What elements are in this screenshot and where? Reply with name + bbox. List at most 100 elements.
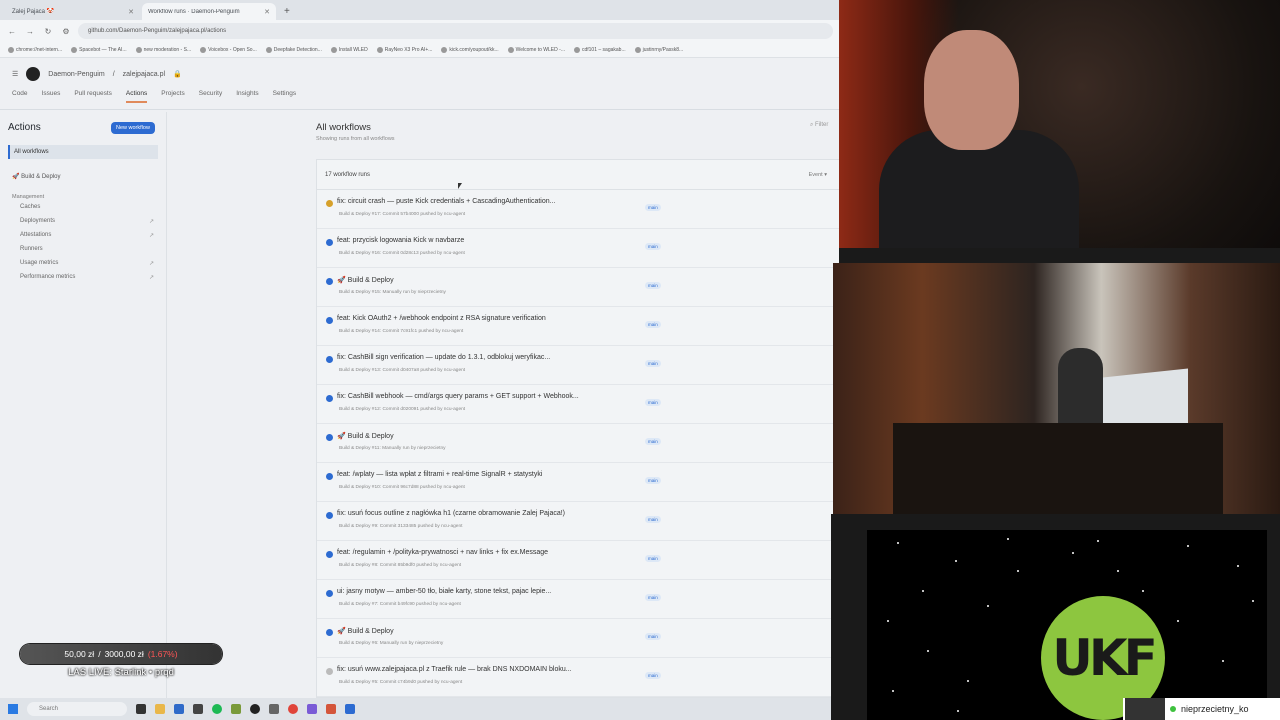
bookmark[interactable]: chrome://net-intern... <box>8 46 62 53</box>
filter-input[interactable]: ⌕ Filter <box>810 122 828 129</box>
tab-actions[interactable]: Actions <box>125 90 148 103</box>
table-row[interactable]: feat: /regulamin + /polityka-prywatnosci… <box>317 541 839 580</box>
sidebar-item-runners[interactable]: Runners <box>8 242 158 256</box>
star <box>1007 538 1009 540</box>
forward-icon[interactable]: → <box>24 27 36 36</box>
bookmark[interactable]: Install WLED <box>330 46 368 53</box>
branch-badge[interactable]: main <box>645 633 661 640</box>
app-icon[interactable] <box>307 704 317 714</box>
obs-icon[interactable] <box>250 704 260 714</box>
run-title[interactable]: fix: usuń focus outline z nagłówka h1 (c… <box>337 510 565 517</box>
new-tab-icon[interactable]: + <box>278 6 296 20</box>
sidebar-item-attestations[interactable]: Attestations ↗ <box>8 228 158 242</box>
run-title[interactable]: 🚀 Build & Deploy <box>337 432 394 440</box>
run-title[interactable]: feat: /wplaty — lista wpłat z filtrami +… <box>337 471 542 478</box>
new-workflow-button[interactable]: New workflow <box>111 122 155 134</box>
terminal-icon[interactable] <box>193 704 203 714</box>
back-icon[interactable]: ← <box>6 27 18 36</box>
table-row[interactable]: fix: circuit crash — puste Kick credenti… <box>317 190 839 229</box>
table-row[interactable]: feat: Kick OAuth2 + /webhook endpoint z … <box>317 307 839 346</box>
run-title[interactable]: feat: /regulamin + /polityka-prywatnosci… <box>337 549 548 556</box>
branch-badge[interactable]: main <box>645 555 661 562</box>
github-logo-icon[interactable] <box>26 67 41 81</box>
close-icon[interactable]: ✕ <box>128 8 134 16</box>
tab-projects[interactable]: Projects <box>161 90 184 101</box>
branch-badge[interactable]: main <box>645 204 661 211</box>
branch-badge[interactable]: main <box>645 399 661 406</box>
bookmark[interactable]: kick.com/youpout/kk... <box>441 46 499 53</box>
branch-badge[interactable]: main <box>645 672 661 679</box>
bookmark-icon <box>507 46 514 53</box>
run-title[interactable]: fix: circuit crash — puste Kick credenti… <box>337 198 555 205</box>
run-title[interactable]: fix: usuń www.zalejpajaca.pl z Traefik r… <box>337 666 572 673</box>
bookmark[interactable]: Deepfake Detection... <box>265 46 322 53</box>
table-row[interactable]: fix: usuń www.zalejpajaca.pl z Traefik r… <box>317 658 839 697</box>
table-row[interactable]: 🚀 Build & Deploy Build & Deploy #6: Manua… <box>317 619 839 658</box>
repo-owner-link[interactable]: Daemon-Penguim <box>48 71 104 78</box>
sidebar-item-deployments[interactable]: Deployments ↗ <box>8 214 158 228</box>
event-filter-dropdown[interactable]: Event ▾ <box>809 172 827 178</box>
sidebar-item-usage-metrics[interactable]: Usage metrics ↗ <box>8 256 158 270</box>
run-title[interactable]: 🚀 Build & Deploy <box>337 276 394 284</box>
spotify-icon[interactable] <box>212 704 222 714</box>
reload-icon[interactable]: ↻ <box>42 27 54 36</box>
bookmark[interactable]: new moderation - S... <box>135 46 191 53</box>
bookmark[interactable]: Voicebox - Open So... <box>200 46 257 53</box>
url-input[interactable]: github.com/Daemon-Penguim/zalejpajaca.pl… <box>78 23 833 39</box>
sidebar-item-build-deploy[interactable]: 🚀 Build & Deploy <box>8 169 158 184</box>
run-title[interactable]: feat: przycisk logowania Kick w navbarze <box>337 237 464 244</box>
app-icon[interactable] <box>269 704 279 714</box>
branch-badge[interactable]: main <box>645 360 661 367</box>
tab-insights[interactable]: Insights <box>236 90 258 101</box>
run-title[interactable]: fix: CashBill sign verification — update… <box>337 354 550 361</box>
file-explorer-icon[interactable] <box>155 704 165 714</box>
app-icon[interactable] <box>326 704 336 714</box>
tab-code[interactable]: Code <box>12 90 28 101</box>
bookmark[interactable]: RayNeo X3 Pro AI+... <box>376 46 432 53</box>
bookmark[interactable]: Welcome to WLED -... <box>507 46 565 53</box>
run-title[interactable]: fix: CashBill webhook — cmd/args query p… <box>337 393 579 400</box>
taskbar-search[interactable]: Search <box>27 702 127 716</box>
task-view-icon[interactable] <box>136 704 146 714</box>
menu-icon[interactable]: ☰ <box>12 70 18 78</box>
branch-badge[interactable]: main <box>645 594 661 601</box>
close-icon[interactable]: ✕ <box>264 8 270 16</box>
sidebar-item-caches[interactable]: Caches <box>8 200 158 214</box>
site-info-icon[interactable]: ⚙ <box>60 27 72 36</box>
branch-badge[interactable]: main <box>645 477 661 484</box>
table-row[interactable]: 🚀 Build & Deploy Build & Deploy #15: Manu… <box>317 268 839 307</box>
sidebar-item-all-workflows[interactable]: All workflows <box>8 145 158 159</box>
app-icon[interactable] <box>174 704 184 714</box>
branch-badge[interactable]: main <box>645 321 661 328</box>
bookmark[interactable]: justinrny/Passk8... <box>634 46 683 53</box>
bookmark[interactable]: Spacebot — The AI... <box>71 46 127 53</box>
table-row[interactable]: ui: jasny motyw — amber-50 tło, białe ka… <box>317 580 839 619</box>
windows-start-icon[interactable] <box>8 704 18 714</box>
table-row[interactable]: fix: CashBill sign verification — update… <box>317 346 839 385</box>
browser-tab[interactable]: Zalej Pajaca 🤡 ✕ <box>6 3 140 20</box>
branch-badge[interactable]: main <box>645 516 661 523</box>
branch-badge[interactable]: main <box>645 243 661 250</box>
status-icon <box>326 551 333 558</box>
run-title[interactable]: feat: Kick OAuth2 + /webhook endpoint z … <box>337 315 546 322</box>
tab-security[interactable]: Security <box>199 90 222 101</box>
run-title[interactable]: 🚀 Build & Deploy <box>337 627 394 635</box>
branch-badge[interactable]: main <box>645 438 661 445</box>
tab-settings[interactable]: Settings <box>273 90 297 101</box>
tab-pull-requests[interactable]: Pull requests <box>74 90 112 101</box>
browser-tab-active[interactable]: Workflow runs · Daemon-Penguim ✕ <box>142 3 276 20</box>
sidebar-item-performance-metrics[interactable]: Performance metrics ↗ <box>8 270 158 284</box>
run-title[interactable]: ui: jasny motyw — amber-50 tło, białe ka… <box>337 588 551 595</box>
branch-badge[interactable]: main <box>645 282 661 289</box>
repo-name-link[interactable]: zalejpajaca.pl <box>123 71 165 78</box>
app-icon[interactable] <box>231 704 241 714</box>
bookmark[interactable]: cdf101 – sagakab... <box>573 46 626 53</box>
table-row[interactable]: fix: usuń focus outline z nagłówka h1 (c… <box>317 502 839 541</box>
table-row[interactable]: fix: CashBill webhook — cmd/args query p… <box>317 385 839 424</box>
table-row[interactable]: feat: /wplaty — lista wpłat z filtrami +… <box>317 463 839 502</box>
chrome-icon[interactable] <box>288 704 298 714</box>
table-row[interactable]: feat: przycisk logowania Kick w navbarze… <box>317 229 839 268</box>
tab-issues[interactable]: Issues <box>42 90 61 101</box>
vscode-icon[interactable] <box>345 704 355 714</box>
table-row[interactable]: 🚀 Build & Deploy Build & Deploy #11: Manu… <box>317 424 839 463</box>
